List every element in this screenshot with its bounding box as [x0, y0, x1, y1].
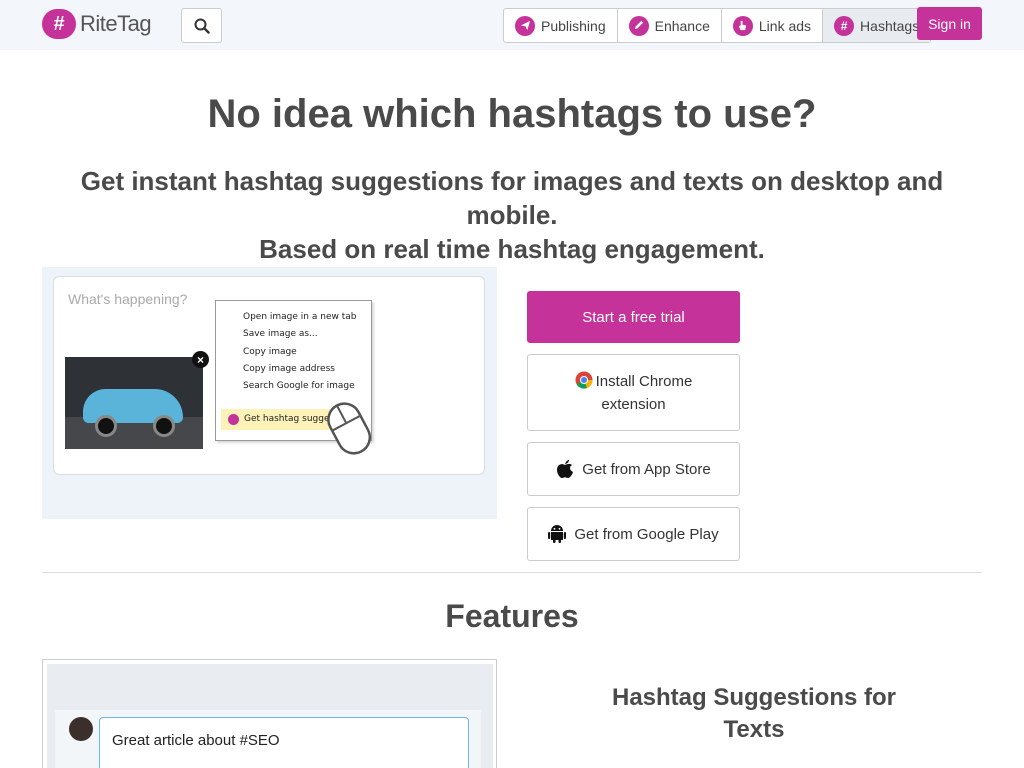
- install-chrome-extension-button[interactable]: Install Chrome extension: [527, 354, 740, 431]
- section-divider: [42, 572, 982, 573]
- features-title: Features: [445, 598, 579, 634]
- feature-text-box-content: Great article about #SEO: [112, 732, 280, 749]
- google-play-label: Get from Google Play: [574, 525, 719, 543]
- mouse-icon: [327, 402, 372, 455]
- context-menu-item: Copy image address: [243, 364, 335, 374]
- sign-in-button[interactable]: Sign in: [917, 7, 982, 40]
- feature-preview-image: Great article about #SEO: [42, 659, 497, 768]
- app-store-button[interactable]: Get from App Store: [527, 442, 740, 496]
- chrome-extension-label: Install Chrome extension: [595, 372, 693, 413]
- demo-illustration: What's happening? × Open image in a new …: [42, 267, 497, 519]
- feature-heading: Hashtag Suggestions for Texts: [611, 684, 897, 743]
- nav-label-publishing: Publishing: [541, 17, 606, 34]
- hero-subtitle-line2: Based on real time hashtag engagement.: [259, 234, 765, 264]
- compose-placeholder: What's happening?: [68, 291, 188, 307]
- app-store-label: Get from App Store: [582, 460, 711, 478]
- context-menu-item: Copy image: [243, 347, 297, 357]
- search-button[interactable]: [181, 8, 222, 43]
- paper-plane-icon: [515, 15, 535, 36]
- pointer-hand-icon: [732, 15, 753, 36]
- feature-text-box: Great article about #SEO: [99, 717, 469, 768]
- apple-icon: [556, 459, 574, 479]
- google-play-button[interactable]: Get from Google Play: [527, 507, 740, 561]
- context-menu-item: Search Google for image: [243, 381, 355, 391]
- nav-item-link-ads[interactable]: Link ads: [722, 9, 824, 42]
- hashtag-logo-icon: #: [42, 9, 76, 39]
- nav-label-hashtags: Hashtags: [860, 17, 920, 34]
- nav-item-enhance[interactable]: Enhance: [618, 9, 722, 42]
- nav-item-publishing[interactable]: Publishing: [504, 9, 618, 42]
- start-free-trial-button[interactable]: Start a free trial: [527, 291, 740, 343]
- context-menu-highlight: Get hashtag suggestions: [221, 409, 356, 430]
- top-navbar: # RiteTag Publishing Enhance Link ads # …: [0, 0, 1024, 50]
- context-menu-item: Save image as...: [243, 329, 318, 339]
- close-icon: ×: [192, 351, 209, 368]
- ritetag-logo[interactable]: # RiteTag: [42, 9, 152, 39]
- context-menu-item: Open image in a new tab: [243, 312, 357, 322]
- ritetag-icon: [228, 414, 239, 425]
- hero-subtitle-line1: Get instant hashtag suggestions for imag…: [80, 166, 944, 230]
- hero-title: No idea which hashtags to use?: [207, 92, 817, 136]
- pencil-icon: [628, 15, 649, 36]
- hero-subtitle: Get instant hashtag suggestions for imag…: [40, 164, 984, 266]
- logo-text: RiteTag: [80, 11, 152, 36]
- hashtag-icon: #: [834, 15, 855, 36]
- nav-label-enhance: Enhance: [654, 17, 710, 34]
- search-icon: [194, 18, 210, 34]
- product-nav: Publishing Enhance Link ads # Hashtags: [503, 8, 932, 43]
- nav-label-link-ads: Link ads: [758, 17, 812, 34]
- nav-item-hashtags[interactable]: # Hashtags: [823, 9, 931, 42]
- car-photo: [65, 357, 203, 449]
- chrome-icon: [575, 371, 593, 389]
- avatar: [69, 717, 93, 741]
- android-icon: [548, 524, 567, 544]
- compose-card: What's happening? × Open image in a new …: [53, 276, 485, 475]
